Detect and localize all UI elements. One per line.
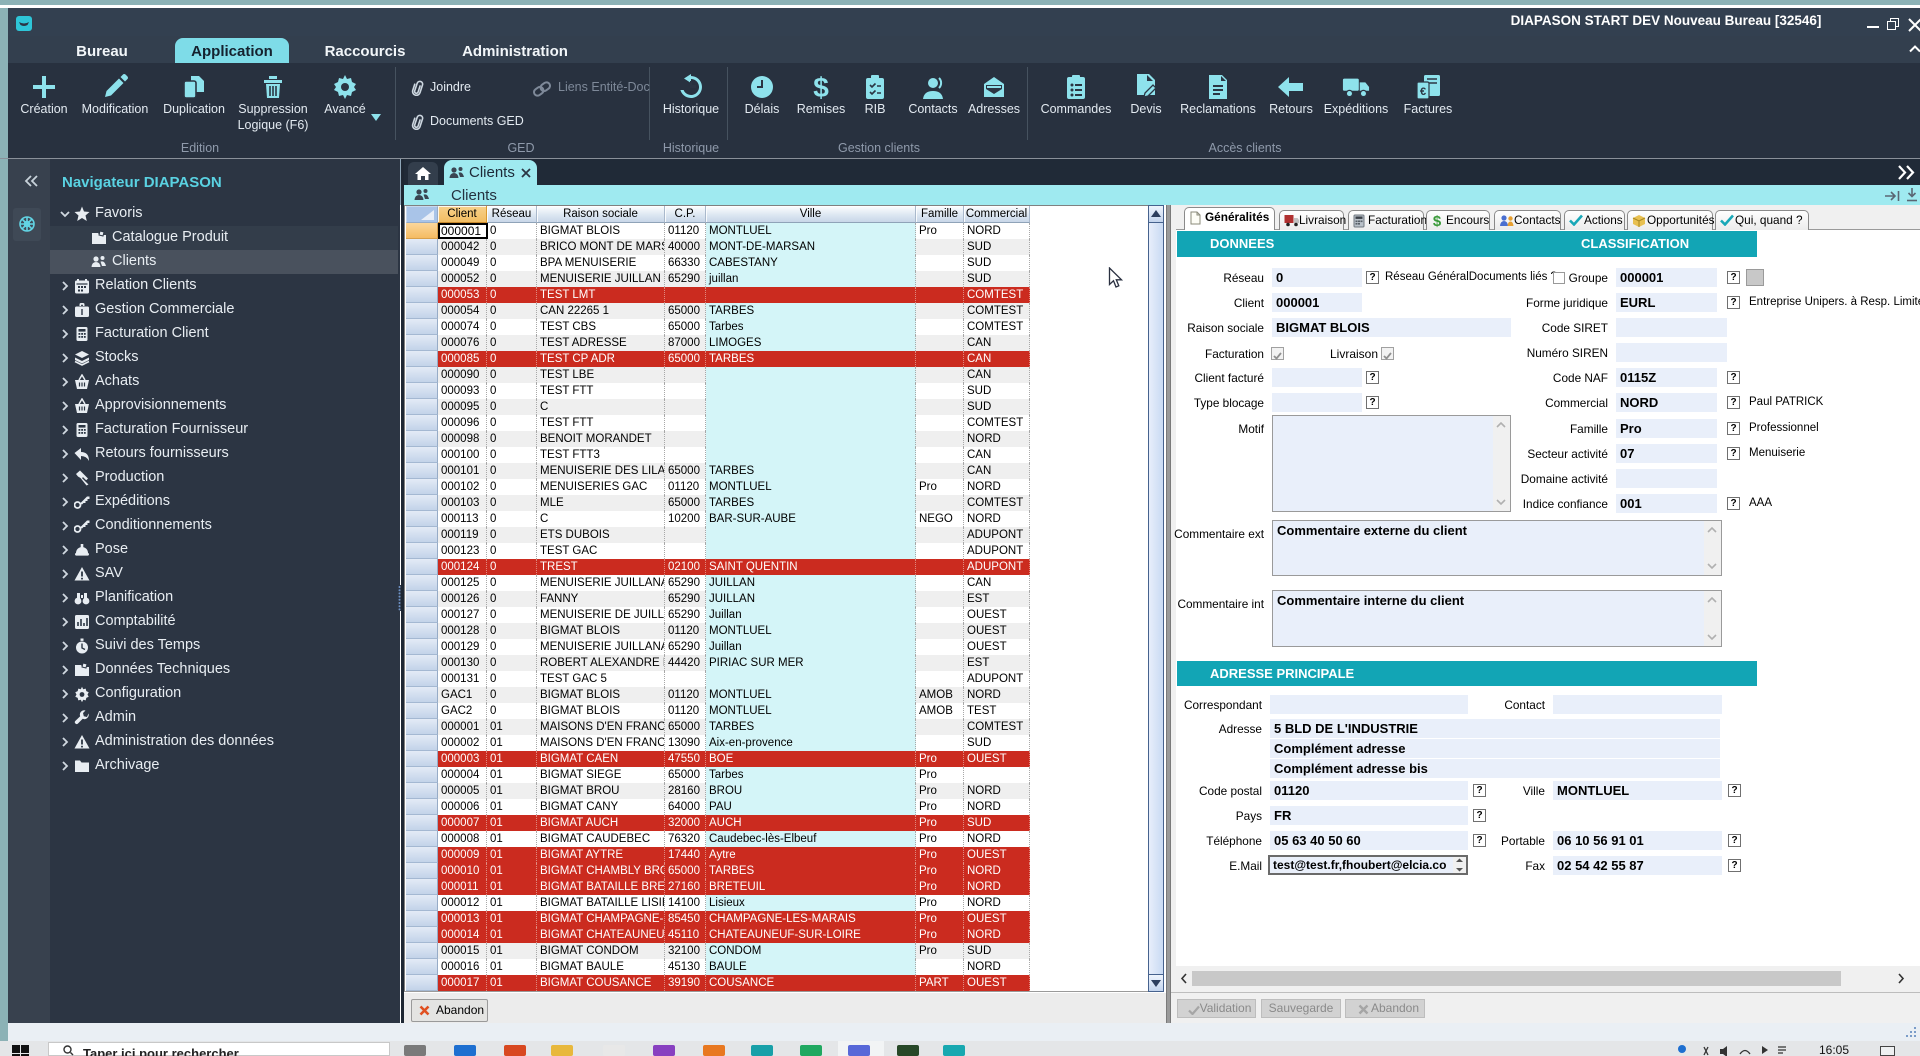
svg-text:€: €	[1420, 86, 1426, 98]
svg-text:$: $	[1433, 214, 1442, 228]
svg-text:$: $	[813, 74, 829, 100]
